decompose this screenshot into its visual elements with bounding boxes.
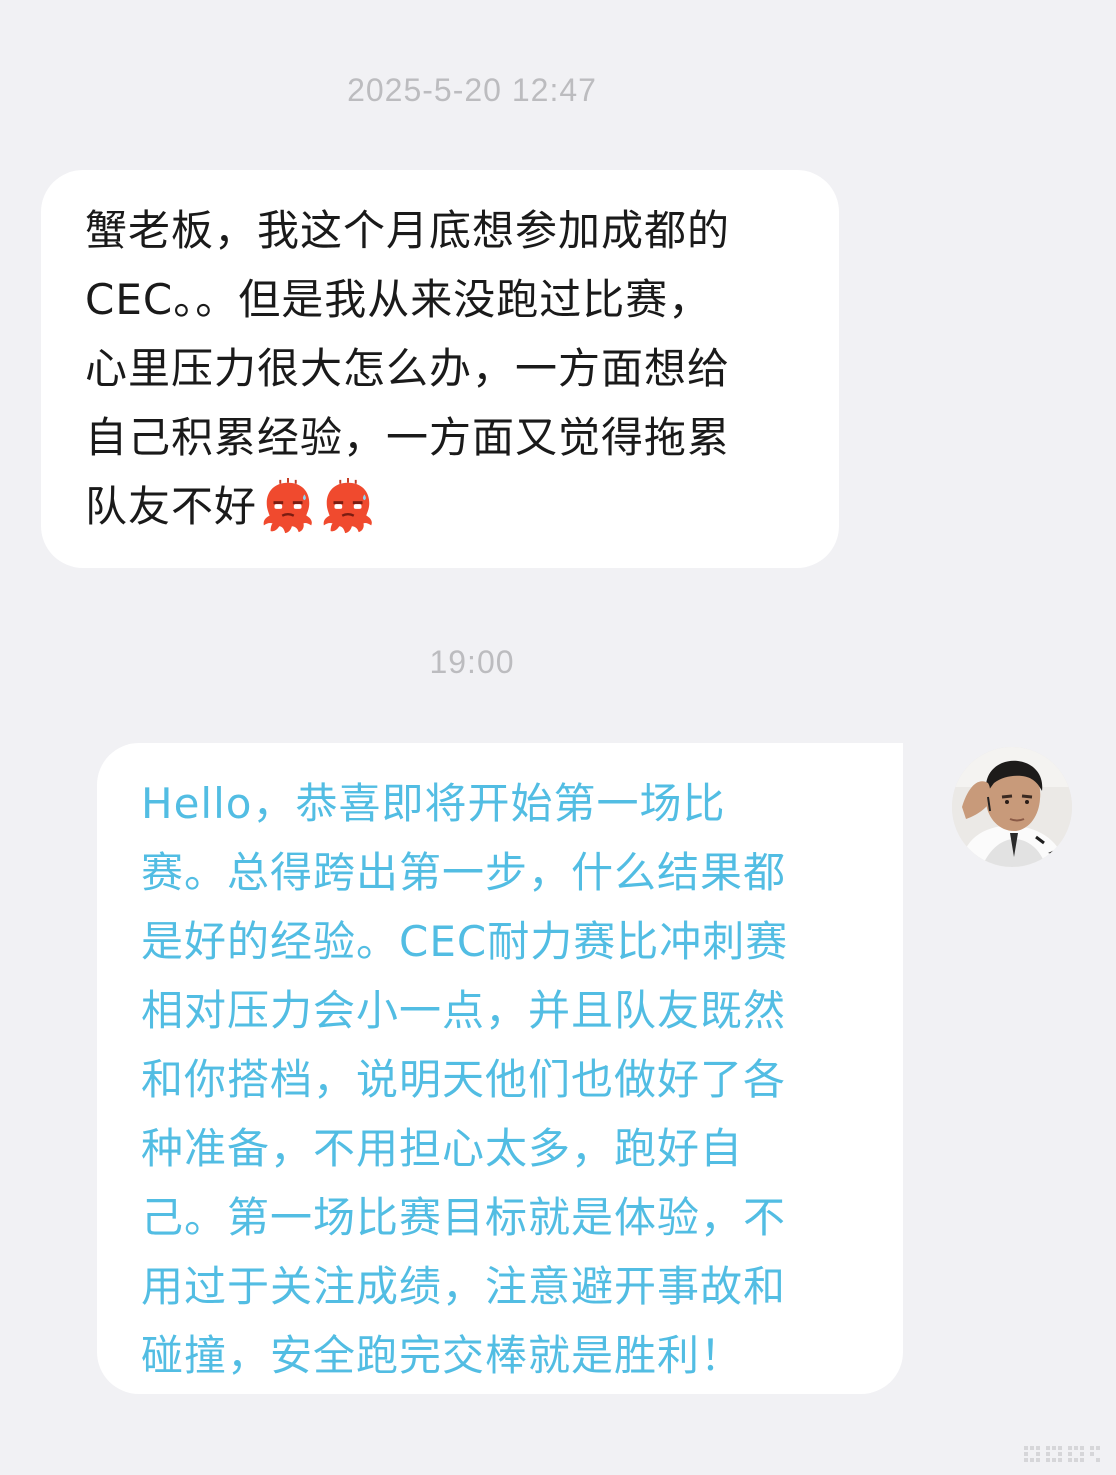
outgoing-message-bubble[interactable]: Hello，恭喜即将开始第一场比 赛。总得跨出第一步，什么结果都 是好的经验。C… [97, 743, 903, 1394]
watermark-dots-icon [1024, 1446, 1100, 1462]
user-avatar[interactable] [952, 747, 1072, 867]
timestamp-second: 19:00 [429, 644, 515, 680]
timestamp-first: 2025-5-20 12:47 [347, 72, 597, 108]
red-octopus-sweat-emoji-icon [323, 477, 372, 534]
user-avatar-photo-icon [952, 747, 1072, 867]
incoming-message-text: 蟹老板，我这个月底想参加成都的 CEC。。但是我从来没跑过比赛， 心里压力很大怎… [85, 206, 731, 531]
incoming-message-bubble[interactable]: 蟹老板，我这个月底想参加成都的 CEC。。但是我从来没跑过比赛， 心里压力很大怎… [41, 170, 839, 568]
red-octopus-sweat-emoji-icon [263, 477, 312, 534]
outgoing-message-text: Hello，恭喜即将开始第一场比 赛。总得跨出第一步，什么结果都 是好的经验。C… [141, 779, 789, 1380]
